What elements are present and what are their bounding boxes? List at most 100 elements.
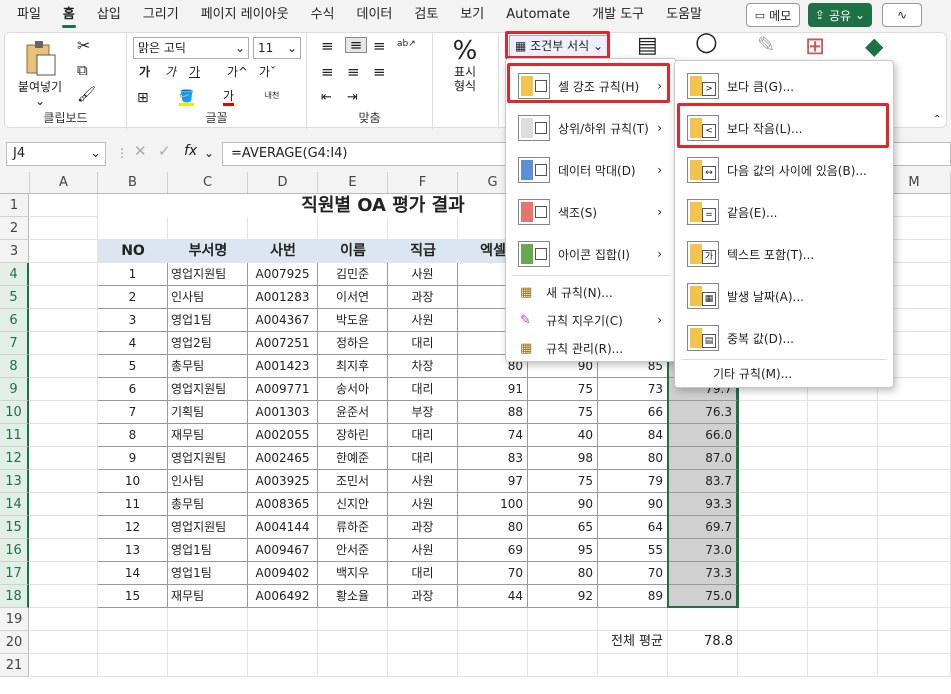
table-cell[interactable]: 영업지원팀 [168, 447, 248, 470]
grid-cell[interactable] [30, 332, 98, 355]
bold-button[interactable]: 가 [139, 65, 150, 79]
chevron-down-icon[interactable]: ⌄ [204, 146, 214, 160]
font-size-select[interactable]: 11 ⌄ [253, 37, 301, 59]
ribbon-collapse-icon[interactable]: ⌃ [933, 113, 941, 127]
table-cell[interactable]: 11 [98, 493, 168, 516]
table-cell[interactable]: 신지안 [318, 493, 388, 516]
cf-menu-item[interactable]: 아이콘 집합(I) › [510, 235, 672, 273]
grid-cell[interactable] [388, 217, 458, 240]
activity-button[interactable]: ∿ [882, 3, 922, 27]
grid-cell[interactable] [808, 516, 878, 539]
table-cell[interactable]: 69 [458, 539, 528, 562]
select-all-corner[interactable] [0, 172, 30, 194]
align-center-icon[interactable]: ≡ [347, 65, 360, 80]
grid-cell[interactable] [528, 654, 598, 677]
highlight-rule-item[interactable]: ▦ 발생 날짜(A)... [679, 277, 889, 315]
grid-cell[interactable] [458, 631, 528, 654]
share-button[interactable]: ⇪ 공유 ⌄ [808, 3, 872, 27]
grow-font-button[interactable]: 가^ [227, 65, 248, 79]
grid-cell[interactable] [808, 401, 878, 424]
row-header-9[interactable]: 9 [0, 378, 29, 401]
table-cell[interactable]: 과장 [388, 286, 458, 309]
table-cell[interactable]: 한예준 [318, 447, 388, 470]
cf-menu-item-small[interactable]: ▦ 규칙 관리(R)... [510, 335, 672, 361]
grid-cell[interactable] [738, 447, 808, 470]
grid-cell[interactable] [30, 493, 98, 516]
copy-icon[interactable]: ⧉ [77, 63, 88, 78]
align-right-icon[interactable]: ≡ [373, 65, 386, 80]
memo-button[interactable]: ▭ 메모 [746, 3, 800, 27]
grid-cell[interactable] [598, 608, 668, 631]
paste-button[interactable]: 붙여넣기 ⌄ [15, 39, 65, 108]
grid-cell[interactable] [458, 608, 528, 631]
grid-cell[interactable] [30, 217, 98, 240]
table-cell[interactable]: 대리 [388, 378, 458, 401]
table-cell[interactable]: 66 [598, 401, 668, 424]
table-cell[interactable]: A002055 [248, 424, 318, 447]
table-cell[interactable]: 대리 [388, 447, 458, 470]
table-cell[interactable]: A001283 [248, 286, 318, 309]
grid-cell[interactable] [808, 562, 878, 585]
row-header-16[interactable]: 16 [0, 539, 29, 562]
table-cell[interactable]: 과장 [388, 585, 458, 608]
table-cell[interactable]: A009402 [248, 562, 318, 585]
border-icon[interactable]: ⊞ [137, 91, 149, 105]
table-cell[interactable]: 사원 [388, 493, 458, 516]
table-cell[interactable]: 64 [598, 516, 668, 539]
number-format-button[interactable]: % 표시 형식 [443, 37, 487, 93]
table-cell[interactable]: 영업1팀 [168, 539, 248, 562]
grid-cell[interactable] [168, 654, 248, 677]
grid-cell[interactable] [878, 654, 951, 677]
enter-icon[interactable]: ✓ [158, 144, 171, 159]
table-cell[interactable]: 영업지원팀 [168, 263, 248, 286]
table-cell[interactable]: 80 [458, 516, 528, 539]
grid-cell[interactable] [30, 608, 98, 631]
grid-cell[interactable] [808, 470, 878, 493]
tab-draw[interactable]: 그리기 [132, 0, 190, 30]
table-cell[interactable]: A002465 [248, 447, 318, 470]
column-header-B[interactable]: B [98, 172, 168, 194]
grid-cell[interactable] [808, 631, 878, 654]
tab-insert[interactable]: 삽입 [86, 0, 132, 30]
table-cell[interactable]: 40 [528, 424, 598, 447]
table-cell[interactable]: 79 [598, 470, 668, 493]
row-header-7[interactable]: 7 [0, 332, 29, 355]
grid-cell[interactable] [318, 217, 388, 240]
cf-menu-item-small[interactable]: ✎ 규칙 지우기(C) › [510, 307, 672, 333]
name-box[interactable]: J4 ⌄ [6, 142, 106, 166]
table-cell[interactable]: 92 [528, 585, 598, 608]
cancel-icon[interactable]: ✕ [134, 144, 147, 159]
grid-cell[interactable] [30, 470, 98, 493]
table-cell[interactable]: 73.3 [668, 562, 738, 585]
table-cell[interactable]: A007925 [248, 263, 318, 286]
cf-menu-item[interactable]: 상위/하위 규칙(T) › [510, 109, 672, 147]
table-cell[interactable]: A008365 [248, 493, 318, 516]
tab-help[interactable]: 도움말 [655, 0, 713, 30]
table-cell[interactable]: 75.0 [668, 585, 738, 608]
grid-cell[interactable] [878, 493, 951, 516]
table-cell[interactable]: 69.7 [668, 516, 738, 539]
row-header-19[interactable]: 19 [0, 608, 29, 631]
table-cell[interactable]: 사원 [388, 470, 458, 493]
table-cell[interactable]: 6 [98, 378, 168, 401]
table-cell[interactable]: 5 [98, 355, 168, 378]
row-header-11[interactable]: 11 [0, 424, 29, 447]
table-cell[interactable]: 영업1팀 [168, 562, 248, 585]
row-header-1[interactable]: 1 [0, 194, 29, 217]
find-icon[interactable]: ○ [695, 29, 718, 55]
table-cell[interactable]: 총무팀 [168, 355, 248, 378]
grid-cell[interactable] [668, 608, 738, 631]
table-cell[interactable]: 부장 [388, 401, 458, 424]
tab-review[interactable]: 검토 [403, 0, 449, 30]
table-cell[interactable]: 안서준 [318, 539, 388, 562]
grid-cell[interactable] [30, 355, 98, 378]
table-cell[interactable]: 최지후 [318, 355, 388, 378]
table-cell[interactable]: 차장 [388, 355, 458, 378]
grid-cell[interactable] [738, 424, 808, 447]
table-cell[interactable]: A001423 [248, 355, 318, 378]
table-cell[interactable]: 89 [598, 585, 668, 608]
table-cell[interactable]: 75 [528, 401, 598, 424]
grid-cell[interactable] [318, 654, 388, 677]
grid-cell[interactable] [878, 608, 951, 631]
grid-cell[interactable] [30, 562, 98, 585]
